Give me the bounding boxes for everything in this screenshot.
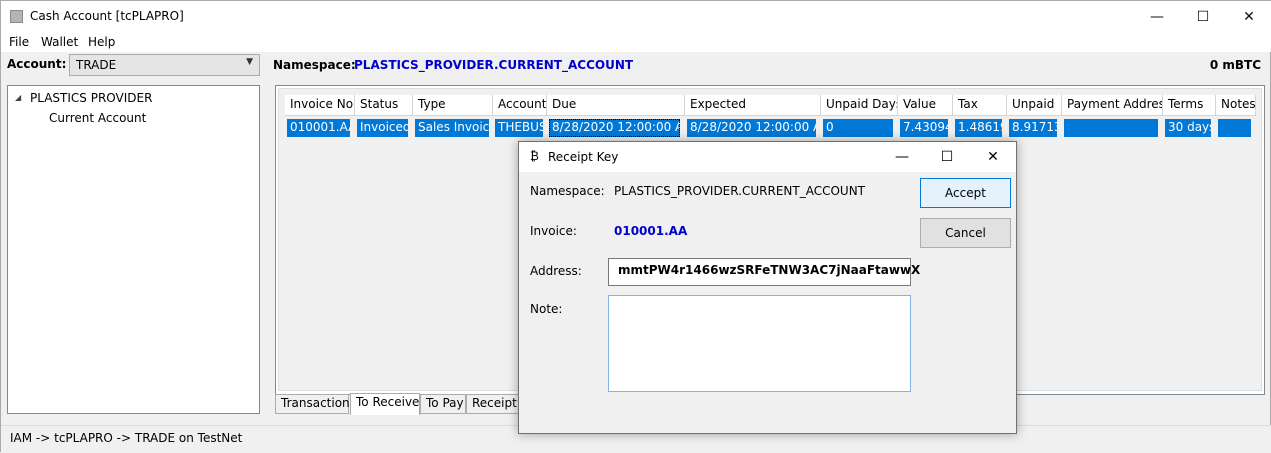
column-header-status[interactable]: Status (355, 95, 413, 116)
menu-help[interactable]: Help (88, 35, 115, 49)
cell-account[interactable]: THEBUS (495, 119, 543, 137)
column-header-invoice-no[interactable]: Invoice No. (285, 95, 355, 116)
tree-expander-icon[interactable]: ◢ (15, 93, 21, 102)
title-bar: Cash Account [tcPLAPRO] — ☐ ✕ (1, 1, 1271, 32)
column-header-unpaid-days[interactable]: Unpaid Days (821, 95, 898, 116)
cell-terms[interactable]: 30 days (1165, 119, 1211, 137)
tree-item-plastics-provider[interactable]: PLASTICS PROVIDER (30, 91, 152, 105)
column-header-value[interactable]: Value (898, 95, 953, 116)
cell-notes[interactable] (1218, 119, 1251, 137)
dialog-note-label: Note: (530, 302, 563, 316)
cell-invoice-no[interactable]: 010001.AA (287, 119, 350, 137)
cell-expected[interactable]: 8/28/2020 12:00:00 AM (687, 119, 816, 137)
column-header-notes[interactable]: Notes (1216, 95, 1256, 116)
dialog-namespace-value: PLASTICS_PROVIDER.CURRENT_ACCOUNT (614, 184, 866, 198)
cell-unpaid[interactable]: 8.91713 (1009, 119, 1057, 137)
dialog-maximize-button[interactable]: ☐ (924, 142, 970, 172)
account-select[interactable]: TRADE ▼ (69, 54, 260, 76)
bitcoin-icon: ₿ (530, 149, 539, 163)
namespace-value: PLASTICS_PROVIDER.CURRENT_ACCOUNT (354, 58, 634, 72)
dialog-namespace-label: Namespace: (530, 184, 605, 198)
cell-status[interactable]: Invoiced (357, 119, 408, 137)
tab-to-pay[interactable]: To Pay (420, 394, 466, 414)
receipt-key-dialog: ₿ Receipt Key — ☐ ✕ Namespace: PLASTICS_… (518, 141, 1017, 434)
accept-button[interactable]: Accept (920, 178, 1011, 208)
account-label: Account: (7, 57, 67, 71)
balance-label: 0 mBTC (1209, 58, 1261, 72)
dialog-minimize-button[interactable]: — (879, 142, 925, 172)
window-title: Cash Account [tcPLAPRO] (30, 9, 184, 23)
column-header-type[interactable]: Type (413, 95, 493, 116)
cell-unpaid-days[interactable]: 0 (823, 119, 893, 137)
account-select-value: TRADE (76, 58, 117, 72)
tab-to-receive[interactable]: To Receive (350, 393, 420, 415)
column-header-tax[interactable]: Tax (953, 95, 1007, 116)
dialog-close-button[interactable]: ✕ (970, 142, 1016, 172)
column-header-expected[interactable]: Expected (685, 95, 821, 116)
minimize-button[interactable]: — (1134, 1, 1180, 32)
cell-due[interactable]: 8/28/2020 12:00:00 AM (549, 119, 680, 137)
dialog-title-bar: ₿ Receipt Key — ☐ ✕ (519, 142, 1016, 172)
tree-item-current-account[interactable]: Current Account (49, 111, 146, 125)
account-tree[interactable]: ◢ PLASTICS PROVIDER Current Account (7, 85, 260, 414)
menu-file[interactable]: File (9, 35, 29, 49)
column-header-account[interactable]: Account (493, 95, 547, 116)
chevron-down-icon: ▼ (246, 57, 253, 67)
tab-transactions[interactable]: Transactions (275, 394, 356, 414)
maximize-button[interactable]: ☐ (1180, 1, 1226, 32)
cell-type[interactable]: Sales Invoice (415, 119, 489, 137)
column-header-terms[interactable]: Terms (1163, 95, 1216, 116)
cell-tax[interactable]: 1.48619 (955, 119, 1002, 137)
dialog-title: Receipt Key (548, 150, 619, 164)
namespace-label: Namespace: (273, 58, 356, 72)
column-header-payment-address[interactable]: Payment Address (1062, 95, 1163, 116)
app-icon (10, 10, 23, 23)
tab-receipt-key[interactable]: Receipt K (466, 394, 529, 414)
dialog-invoice-label: Invoice: (530, 224, 577, 238)
dialog-address-label: Address: (530, 264, 582, 278)
column-header-due[interactable]: Due (547, 95, 685, 116)
column-header-unpaid[interactable]: Unpaid (1007, 95, 1062, 116)
close-button[interactable]: ✕ (1226, 1, 1271, 32)
status-text: IAM -> tcPLAPRO -> TRADE on TestNet (10, 431, 243, 445)
cell-payment-address[interactable] (1064, 119, 1158, 137)
menu-wallet[interactable]: Wallet (41, 35, 78, 49)
cancel-button[interactable]: Cancel (920, 218, 1011, 248)
address-field[interactable]: mmtPW4r1466wzSRFeTNW3AC7jNaaFtawwX (608, 258, 920, 286)
cell-value[interactable]: 7.43094 (900, 119, 948, 137)
dialog-invoice-value: 010001.AA (614, 224, 688, 238)
note-field[interactable] (608, 295, 911, 392)
menu-bar: File Wallet Help (1, 32, 1271, 52)
